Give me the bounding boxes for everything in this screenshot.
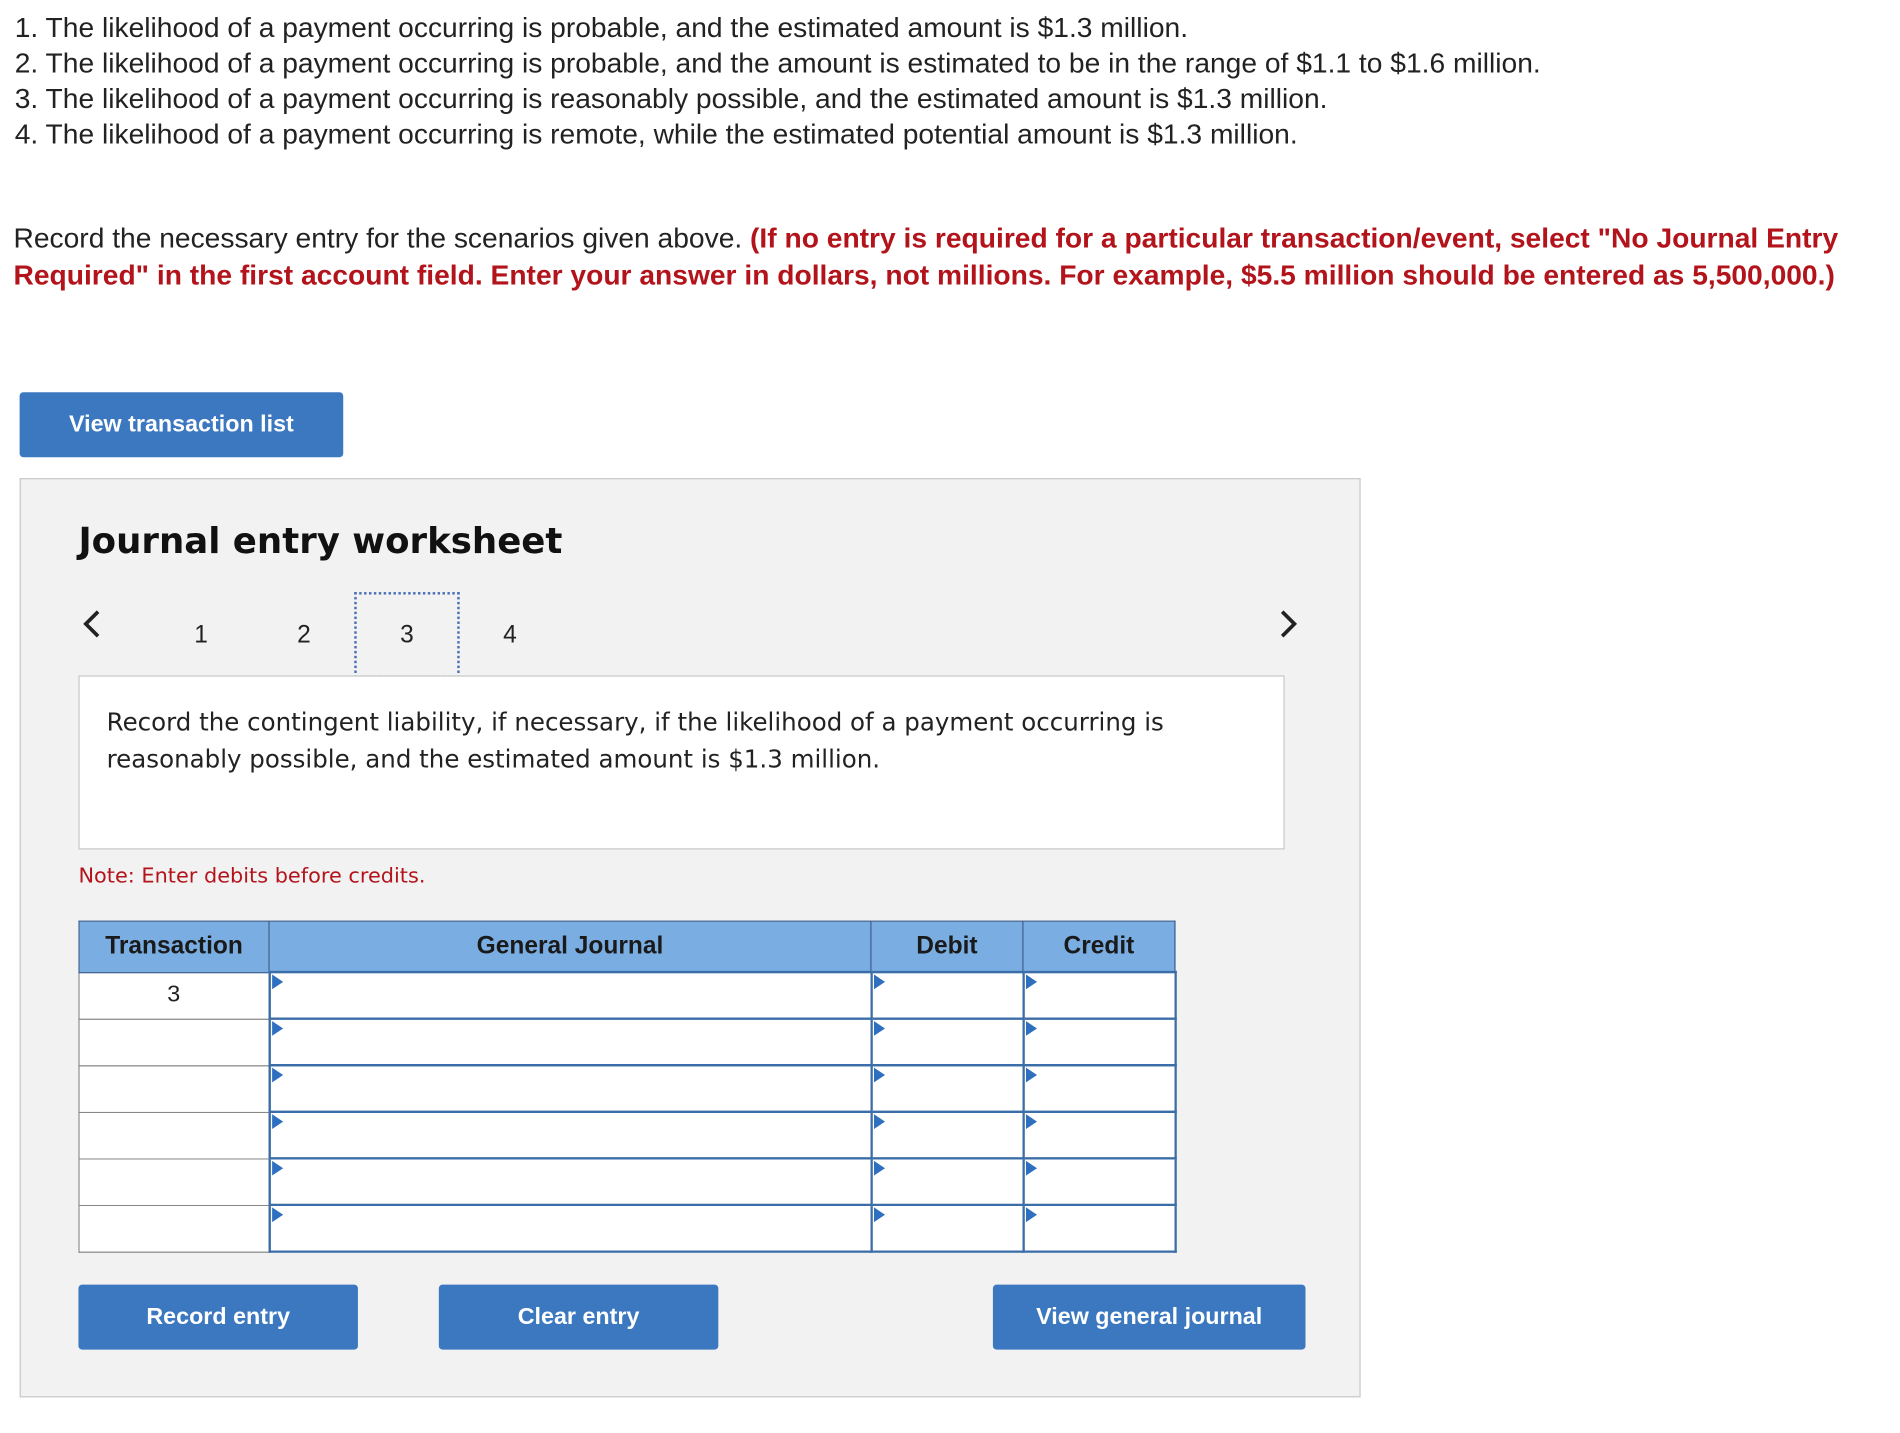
credit-field[interactable] (1021, 1064, 1177, 1114)
header-general-journal: General Journal (268, 920, 872, 973)
account-input[interactable] (270, 1019, 870, 1065)
dropdown-triangle-icon (271, 1021, 283, 1036)
credit-input[interactable] (1024, 973, 1174, 1018)
debit-input[interactable] (872, 1066, 1022, 1111)
transaction-number (78, 1111, 270, 1160)
account-input[interactable] (270, 1066, 870, 1111)
scenario-item: 2. The likelihood of a payment occurring… (14, 46, 1541, 79)
debit-input[interactable] (872, 973, 1022, 1018)
credit-input[interactable] (1024, 1066, 1174, 1111)
dropdown-triangle-icon (873, 974, 885, 990)
page-tab-2[interactable]: 2 (251, 592, 356, 678)
dropdown-triangle-icon (1025, 1067, 1037, 1083)
page-tab-4[interactable]: 4 (457, 592, 562, 678)
transaction-number: 3 (78, 971, 270, 1020)
account-select[interactable] (267, 1110, 873, 1160)
account-input[interactable] (270, 1206, 870, 1251)
debit-credit-note: Note: Enter debits before credits. (78, 864, 426, 889)
credit-field[interactable] (1021, 970, 1177, 1020)
table-row (78, 1017, 1177, 1067)
credit-field[interactable] (1021, 1110, 1177, 1160)
debit-field[interactable] (869, 1017, 1025, 1067)
credit-input[interactable] (1024, 1113, 1174, 1158)
dropdown-triangle-icon (1025, 1207, 1037, 1223)
dropdown-triangle-icon (271, 1207, 283, 1223)
clear-entry-button[interactable]: Clear entry (438, 1284, 719, 1350)
debit-field[interactable] (869, 1064, 1025, 1114)
debit-field[interactable] (869, 970, 1025, 1020)
journal-entry-worksheet: Journal entry worksheet 1 2 3 4 Record t… (19, 478, 1361, 1398)
transaction-number (78, 1157, 270, 1206)
journal-table: Transaction General Journal Debit Credit… (78, 920, 1177, 1253)
account-select[interactable] (267, 1064, 873, 1114)
dropdown-triangle-icon (873, 1160, 885, 1176)
dropdown-triangle-icon (271, 1114, 283, 1129)
header-credit: Credit (1022, 920, 1176, 973)
credit-field[interactable] (1021, 1157, 1177, 1207)
instructions-text: Record the necessary entry for the scena… (13, 221, 751, 254)
dropdown-triangle-icon (1025, 1160, 1037, 1176)
dropdown-triangle-icon (873, 1207, 885, 1223)
page-tab-3[interactable]: 3 (354, 592, 460, 678)
account-input[interactable] (270, 973, 870, 1018)
debit-input[interactable] (872, 1113, 1022, 1158)
transaction-number (78, 1064, 270, 1113)
transaction-number (78, 1018, 270, 1066)
stage: 1. The likelihood of a payment occurring… (0, 0, 1900, 1433)
record-entry-button[interactable]: Record entry (78, 1284, 358, 1350)
view-general-journal-button[interactable]: View general journal (992, 1284, 1306, 1350)
debit-field[interactable] (869, 1110, 1025, 1160)
table-row (78, 1110, 1177, 1160)
debit-field[interactable] (869, 1157, 1025, 1207)
dropdown-triangle-icon (1025, 1114, 1037, 1129)
scenario-item: 3. The likelihood of a payment occurring… (14, 82, 1328, 115)
account-input[interactable] (270, 1113, 870, 1158)
dropdown-triangle-icon (1025, 974, 1037, 990)
instructions: Record the necessary entry for the scena… (13, 219, 1882, 293)
table-row: 3 (78, 970, 1177, 1020)
header-debit: Debit (870, 920, 1024, 973)
worksheet-title: Journal entry worksheet (78, 519, 563, 562)
page-tab-1[interactable]: 1 (148, 592, 253, 678)
dropdown-triangle-icon (1025, 1021, 1037, 1036)
scenario-item: 1. The likelihood of a payment occurring… (14, 11, 1189, 43)
credit-field[interactable] (1021, 1017, 1177, 1067)
account-select[interactable] (267, 970, 873, 1020)
credit-field[interactable] (1021, 1203, 1177, 1253)
header-transaction: Transaction (78, 920, 270, 973)
table-row (78, 1157, 1177, 1207)
debit-input[interactable] (872, 1159, 1022, 1204)
table-row (78, 1203, 1177, 1253)
dropdown-triangle-icon (873, 1021, 885, 1036)
chevron-left-icon[interactable] (77, 602, 106, 646)
transaction-number (78, 1204, 270, 1253)
credit-input[interactable] (1024, 1019, 1174, 1065)
account-select[interactable] (267, 1157, 873, 1207)
debit-input[interactable] (872, 1206, 1022, 1251)
entry-prompt: Record the contingent liability, if nece… (78, 675, 1285, 850)
dropdown-triangle-icon (873, 1114, 885, 1129)
dropdown-triangle-icon (271, 974, 283, 990)
dropdown-triangle-icon (271, 1067, 283, 1083)
credit-input[interactable] (1024, 1206, 1174, 1251)
debit-field[interactable] (869, 1203, 1025, 1253)
view-transaction-list-button[interactable]: View transaction list (19, 392, 344, 458)
journal-header-row: Transaction General Journal Debit Credit (78, 920, 1176, 973)
dropdown-triangle-icon (873, 1067, 885, 1083)
scenario-item: 4. The likelihood of a payment occurring… (14, 117, 1298, 150)
dropdown-triangle-icon (271, 1160, 283, 1176)
account-input[interactable] (270, 1159, 870, 1204)
scenario-list: 1. The likelihood of a payment occurring… (15, 10, 1541, 152)
account-select[interactable] (267, 1203, 873, 1253)
credit-input[interactable] (1024, 1159, 1174, 1204)
debit-input[interactable] (872, 1019, 1022, 1065)
table-row (78, 1064, 1177, 1114)
account-select[interactable] (267, 1017, 873, 1067)
chevron-right-icon[interactable] (1274, 602, 1303, 646)
